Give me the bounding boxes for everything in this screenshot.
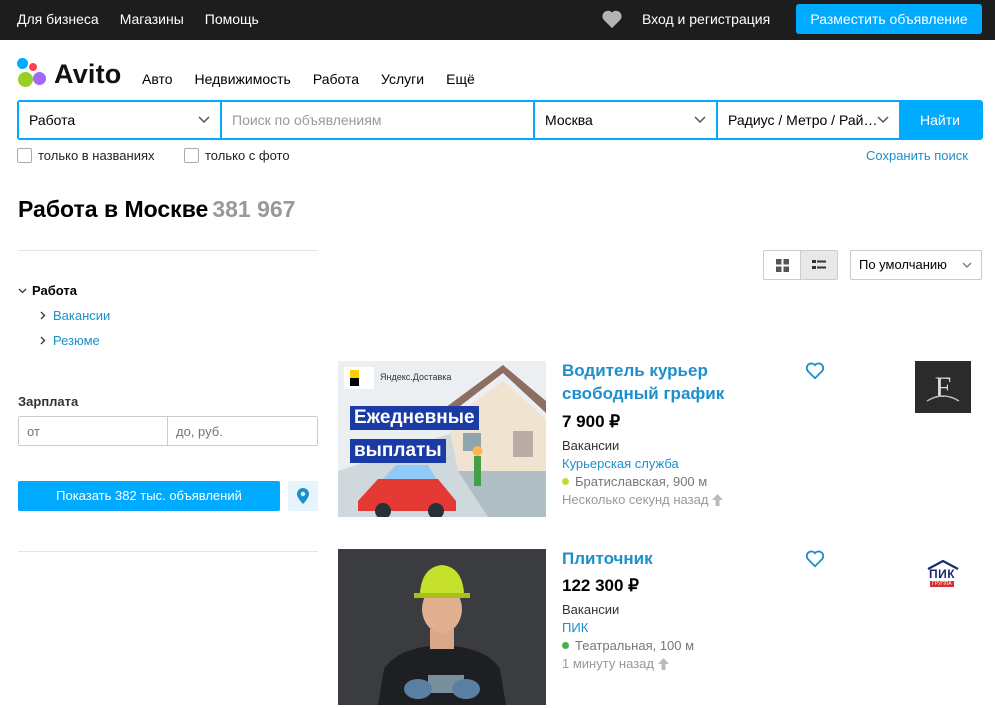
checkbox-box[interactable] <box>17 148 32 163</box>
caret-right-icon <box>40 311 46 320</box>
salary-to-input[interactable] <box>168 417 317 445</box>
favorite-heart-icon[interactable] <box>805 550 825 568</box>
listing-title[interactable]: Водитель курьер свободный график <box>562 359 762 405</box>
list-icon <box>812 260 826 269</box>
category-select[interactable]: Работа <box>19 102 220 138</box>
main-nav: Авто Недвижимость Работа Услуги Ещё <box>142 71 497 87</box>
top-link-shops[interactable]: Магазины <box>120 11 184 27</box>
salary-range <box>18 416 318 446</box>
search-bar: Работа Поиск по объявлениям Москва Радиу… <box>17 100 983 140</box>
listing-image[interactable] <box>338 549 546 705</box>
nav-jobs[interactable]: Работа <box>313 71 359 87</box>
top-links: Для бизнеса Магазины Помощь <box>17 11 259 27</box>
listing-time: Несколько секунд назад <box>562 492 724 507</box>
listing-category: Вакансии <box>562 602 620 617</box>
listing-image[interactable]: Яндекс.Доставка Ежедневные выплаты <box>338 361 546 517</box>
nav-more[interactable]: Ещё <box>446 71 475 87</box>
find-button[interactable]: Найти <box>899 102 981 138</box>
category-item-label: Резюме <box>53 333 100 348</box>
results-count: 381 967 <box>212 196 296 222</box>
monogram-logo-icon: F <box>926 371 960 404</box>
divider <box>18 250 318 251</box>
category-item-resumes[interactable]: Резюме <box>40 333 100 348</box>
listing-time-text: 1 минуту назад <box>562 656 654 671</box>
chevron-down-icon <box>877 116 889 124</box>
radius-value: Радиус / Метро / Район <box>728 112 878 128</box>
top-link-help[interactable]: Помощь <box>205 11 259 27</box>
logo-dots-icon <box>17 58 47 90</box>
titles-only-checkbox[interactable]: только в названиях <box>17 148 155 163</box>
category-item-label: Вакансии <box>53 308 111 323</box>
map-button[interactable] <box>288 481 318 511</box>
metro-line-icon <box>562 478 569 485</box>
listing-company[interactable]: ПИК <box>562 620 588 635</box>
listing-metro: Театральная, 100 м <box>562 638 694 653</box>
listing-metro: Братиславская, 900 м <box>562 474 707 489</box>
nav-services[interactable]: Услуги <box>381 71 424 87</box>
top-bar: Для бизнеса Магазины Помощь Вход и регис… <box>0 0 995 40</box>
titles-only-label: только в названиях <box>38 148 155 163</box>
save-search-link[interactable]: Сохранить поиск <box>866 148 968 163</box>
listing-price: 122 300 ₽ <box>562 576 639 595</box>
chevron-down-icon <box>962 262 972 268</box>
search-input[interactable]: Поиск по объявлениям <box>222 102 533 138</box>
with-photo-checkbox[interactable]: только с фото <box>184 148 290 163</box>
map-pin-icon <box>297 488 309 504</box>
radius-select[interactable]: Радиус / Метро / Район <box>718 102 899 138</box>
logo-text: Avito <box>54 58 122 89</box>
arrow-up-icon <box>657 657 669 670</box>
ad-line-1: Ежедневные <box>350 406 479 430</box>
svg-text:F: F <box>935 371 952 404</box>
metro-line-icon <box>562 642 569 649</box>
pik-logo-text: ПИК <box>929 567 956 581</box>
seller-logo-pik[interactable]: ПИК ГРУППА <box>926 560 960 590</box>
arrow-up-icon <box>712 493 724 506</box>
avito-logo[interactable]: Avito <box>17 58 122 90</box>
show-results-button[interactable]: Показать 382 тыс. объявлений <box>18 481 280 511</box>
grid-icon <box>775 258 789 272</box>
caret-right-icon <box>40 336 46 345</box>
with-photo-label: только с фото <box>205 148 290 163</box>
page-title-text: Работа в Москве <box>18 196 209 222</box>
search-placeholder: Поиск по объявлениям <box>232 112 382 128</box>
page-title: Работа в Москве 381 967 <box>18 196 295 223</box>
top-link-business[interactable]: Для бизнеса <box>17 11 99 27</box>
worker-photo <box>338 549 546 705</box>
pik-logo-sub: ГРУППА <box>930 581 954 587</box>
nav-realty[interactable]: Недвижимость <box>195 71 291 87</box>
sort-select[interactable]: По умолчанию <box>850 250 982 280</box>
chevron-down-icon <box>694 116 706 124</box>
listing-category: Вакансии <box>562 438 620 453</box>
post-ad-button[interactable]: Разместить объявление <box>796 4 982 34</box>
city-value: Москва <box>545 112 593 128</box>
listing-company[interactable]: Курьерская служба <box>562 456 679 471</box>
sort-value: По умолчанию <box>859 257 947 272</box>
category-tree-root[interactable]: Работа <box>18 283 77 298</box>
ad-line-2: выплаты <box>350 439 446 463</box>
listing-metro-text: Братиславская, 900 м <box>575 474 708 489</box>
caret-down-icon <box>18 288 27 293</box>
listing-time: 1 минуту назад <box>562 656 669 671</box>
salary-label: Зарплата <box>18 394 79 409</box>
listing-price: 7 900 ₽ <box>562 412 621 431</box>
grid-view-button[interactable] <box>763 250 801 280</box>
favorites-heart-icon[interactable] <box>601 9 623 29</box>
list-view-button[interactable] <box>800 250 838 280</box>
category-item-vacancies[interactable]: Вакансии <box>40 308 110 323</box>
category-value: Работа <box>29 112 76 128</box>
nav-auto[interactable]: Авто <box>142 71 173 87</box>
salary-from-input[interactable] <box>19 417 168 445</box>
seller-logo[interactable]: F <box>915 361 971 413</box>
listing-title[interactable]: Плиточник <box>562 547 762 570</box>
chevron-down-icon <box>198 116 210 124</box>
category-tree-root-label: Работа <box>32 283 77 298</box>
listing-metro-text: Театральная, 100 м <box>575 638 695 653</box>
listing-time-text: Несколько секунд назад <box>562 492 709 507</box>
favorite-heart-icon[interactable] <box>805 362 825 380</box>
login-link[interactable]: Вход и регистрация <box>642 11 770 27</box>
checkbox-box[interactable] <box>184 148 199 163</box>
ad-brand: Яндекс.Доставка <box>380 372 452 382</box>
city-select[interactable]: Москва <box>535 102 716 138</box>
divider <box>18 551 318 552</box>
